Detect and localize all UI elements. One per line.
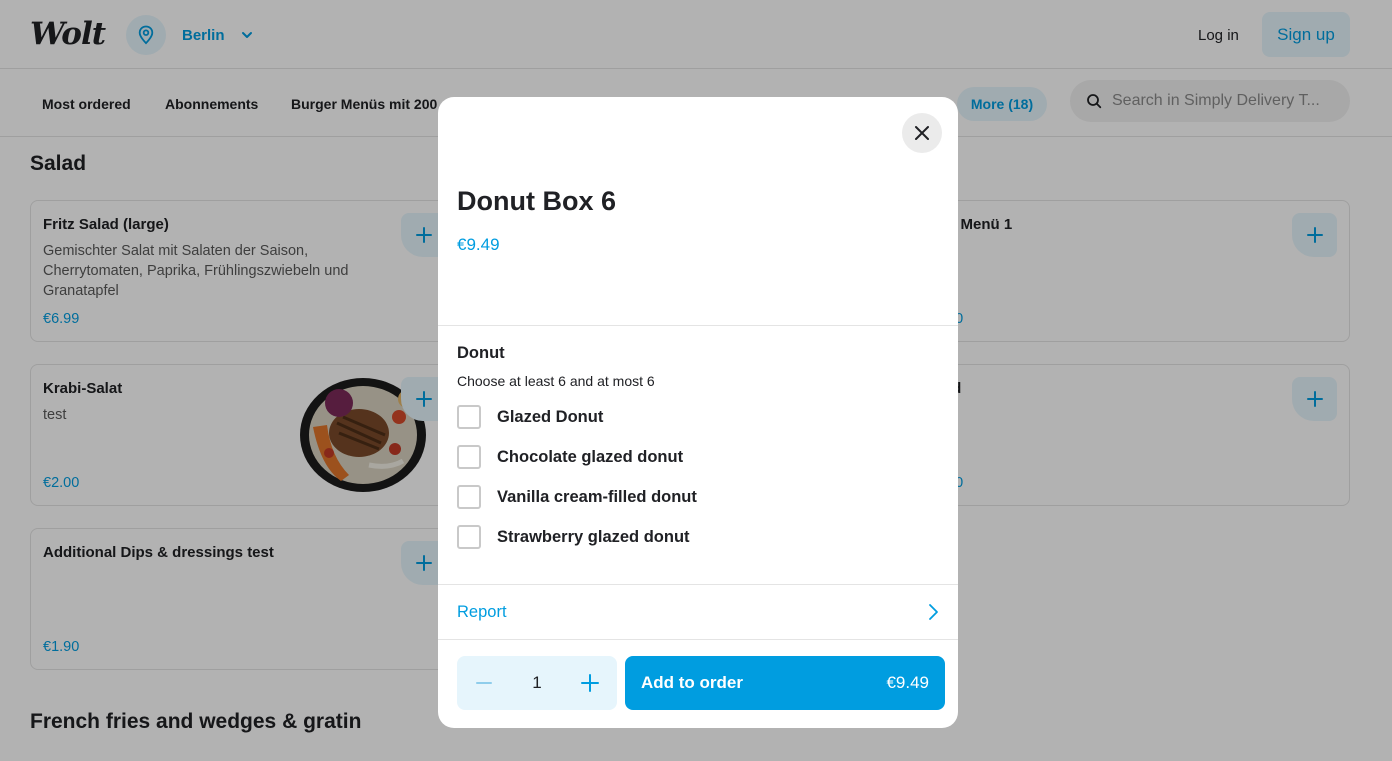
divider bbox=[438, 325, 958, 326]
report-link[interactable]: Report bbox=[457, 603, 507, 622]
quantity-value: 1 bbox=[532, 673, 542, 692]
option-group-hint: Choose at least 6 and at most 6 bbox=[457, 373, 655, 389]
checkbox[interactable] bbox=[457, 445, 481, 469]
close-button[interactable] bbox=[902, 113, 942, 153]
option-label: Strawberry glazed donut bbox=[497, 527, 690, 546]
quantity-stepper: 1 bbox=[457, 656, 617, 710]
option-chocolate-glazed-donut[interactable]: Chocolate glazed donut bbox=[457, 444, 683, 470]
option-strawberry-glazed-donut[interactable]: Strawberry glazed donut bbox=[457, 524, 690, 550]
add-to-order-price: €9.49 bbox=[886, 673, 929, 692]
add-to-order-label: Add to order bbox=[641, 673, 743, 692]
item-details-modal: Donut Box 6 €9.49 Donut Choose at least … bbox=[438, 97, 958, 728]
close-icon bbox=[915, 126, 929, 140]
option-label: Glazed Donut bbox=[497, 407, 604, 426]
report-row[interactable]: Report bbox=[438, 585, 958, 640]
option-label: Chocolate glazed donut bbox=[497, 447, 684, 466]
increase-quantity-button[interactable] bbox=[573, 666, 607, 700]
chevron-right-icon bbox=[929, 604, 938, 620]
checkbox[interactable] bbox=[457, 525, 481, 549]
option-glazed-donut[interactable]: Glazed Donut bbox=[457, 404, 603, 430]
checkbox[interactable] bbox=[457, 405, 481, 429]
item-title: Donut Box 6 bbox=[457, 186, 616, 216]
checkbox[interactable] bbox=[457, 485, 481, 509]
divider bbox=[438, 639, 958, 640]
minus-icon bbox=[476, 682, 492, 684]
plus-icon bbox=[581, 674, 599, 692]
option-label: Vanilla cream-filled donut bbox=[497, 487, 697, 506]
decrease-quantity-button[interactable] bbox=[467, 666, 501, 700]
option-group-title: Donut bbox=[457, 344, 505, 362]
add-to-order-button[interactable]: Add to order €9.49 bbox=[625, 656, 945, 710]
option-vanilla-cream-filled-donut[interactable]: Vanilla cream-filled donut bbox=[457, 484, 697, 510]
item-price: €9.49 bbox=[457, 235, 500, 254]
